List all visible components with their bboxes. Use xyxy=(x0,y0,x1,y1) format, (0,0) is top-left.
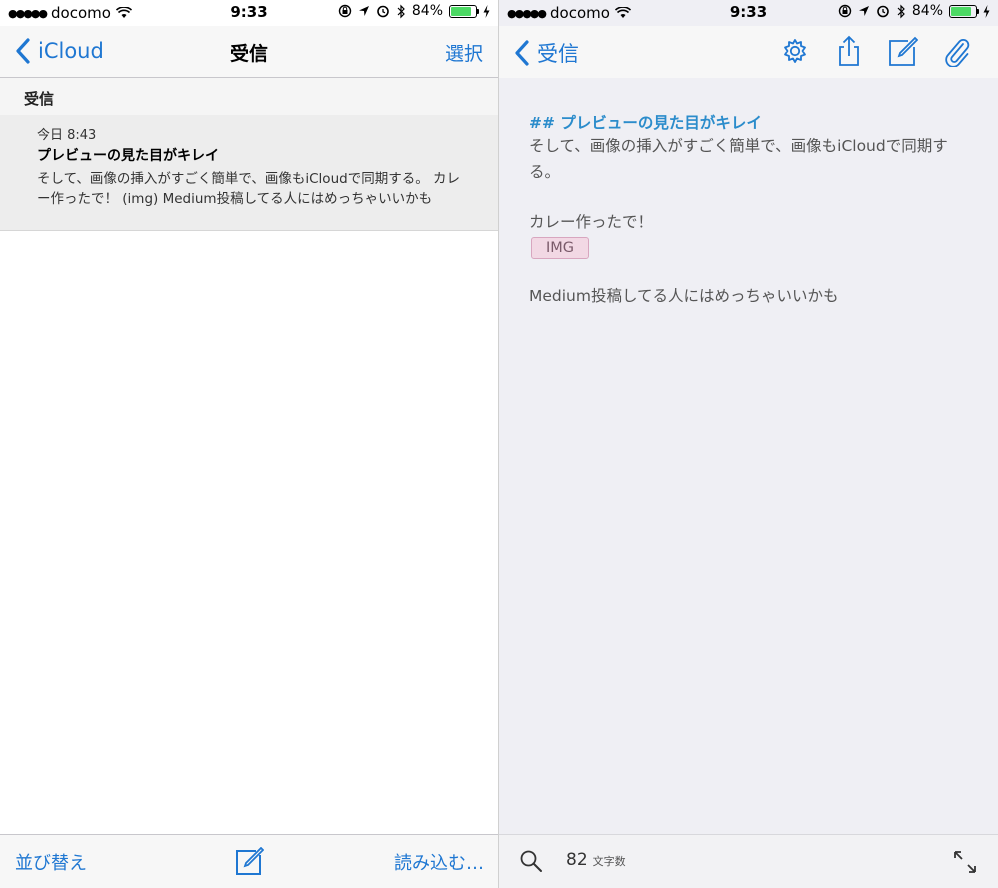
search-icon[interactable] xyxy=(519,849,543,873)
message-title: プレビューの見た目がキレイ xyxy=(37,148,219,164)
chevron-left-icon xyxy=(515,40,529,66)
mailbox-nav-bar: iCloud 受信 選択 xyxy=(0,26,498,78)
status-bar: ●●●●● docomo 9:33 84% xyxy=(499,0,998,26)
message-preview: そして、画像の挿入がすごく簡単で、画像もiCloudで同期する。 カレー作ったで… xyxy=(37,171,460,207)
paperclip-icon[interactable] xyxy=(942,35,972,67)
compose-icon[interactable] xyxy=(234,847,264,877)
charging-icon xyxy=(983,4,990,18)
status-bar: ●●●●● docomo 9:33 84% xyxy=(0,0,498,26)
bluetooth-icon xyxy=(897,4,905,18)
battery-level xyxy=(951,6,972,16)
battery-percent: 84% xyxy=(911,3,943,19)
sort-button[interactable]: 並び替え xyxy=(15,849,87,875)
location-icon xyxy=(358,6,369,16)
compose-icon[interactable] xyxy=(888,35,918,67)
message-date: 今日 8:43 xyxy=(37,128,97,143)
markdown-editor[interactable]: ## プレビューの見た目がキレイ そして、画像の挿入がすごく簡単で、画像もiCl… xyxy=(499,78,998,834)
editor-toolbar xyxy=(780,35,972,67)
character-count: 82 文字数 xyxy=(566,850,626,870)
mailbox-toolbar: 並び替え 読み込む… xyxy=(0,834,498,888)
back-to-inbox-button[interactable]: 受信 xyxy=(513,38,579,68)
chevron-left-icon xyxy=(16,38,30,64)
battery-icon xyxy=(949,4,979,18)
editor-line: そして、画像の挿入がすごく簡単で、画像もiCloudで同期す xyxy=(529,137,948,155)
load-button[interactable]: 読み込む… xyxy=(394,849,484,875)
battery-level xyxy=(451,6,472,16)
bluetooth-icon xyxy=(397,4,405,18)
alarm-icon xyxy=(877,5,889,18)
alarm-icon xyxy=(377,5,389,18)
editor-nav-bar: 受信 xyxy=(499,26,998,78)
gear-icon[interactable] xyxy=(780,35,810,67)
rotation-lock-icon xyxy=(838,4,852,18)
editor-line: る。 xyxy=(529,163,561,181)
editor-pane: ●●●●● docomo 9:33 84% 受信 ## プレビューの見た目がキレ… xyxy=(499,0,998,888)
location-icon xyxy=(858,6,869,16)
back-label: iCloud xyxy=(38,39,104,63)
editor-line: カレー作ったで！ xyxy=(529,213,654,231)
character-count-value: 82 xyxy=(566,850,588,870)
back-to-icloud-button[interactable]: iCloud xyxy=(14,38,104,64)
select-button[interactable]: 選択 xyxy=(445,39,483,66)
rotation-lock-icon xyxy=(338,4,352,18)
image-placeholder-tag[interactable]: IMG xyxy=(531,237,590,259)
list-item[interactable]: 今日 8:43 プレビューの見た目がキレイ そして、画像の挿入がすごく簡単で、画… xyxy=(0,115,498,231)
section-header: 受信 xyxy=(0,78,498,115)
back-label: 受信 xyxy=(537,42,579,66)
battery-percent: 84% xyxy=(411,3,443,19)
editor-bottom-bar: 82 文字数 xyxy=(499,834,998,888)
editor-heading: ## プレビューの見た目がキレイ xyxy=(529,114,762,132)
mailbox-pane: ●●●●● docomo 9:33 84% iCloud 受信 選択 受信 今日… xyxy=(0,0,499,888)
character-count-label: 文字数 xyxy=(592,855,626,868)
editor-line: Medium投稿してる人にはめっちゃいいかも xyxy=(529,287,839,305)
charging-icon xyxy=(483,4,490,18)
share-icon[interactable] xyxy=(834,35,864,67)
battery-icon xyxy=(449,4,479,18)
expand-icon[interactable] xyxy=(952,849,978,875)
